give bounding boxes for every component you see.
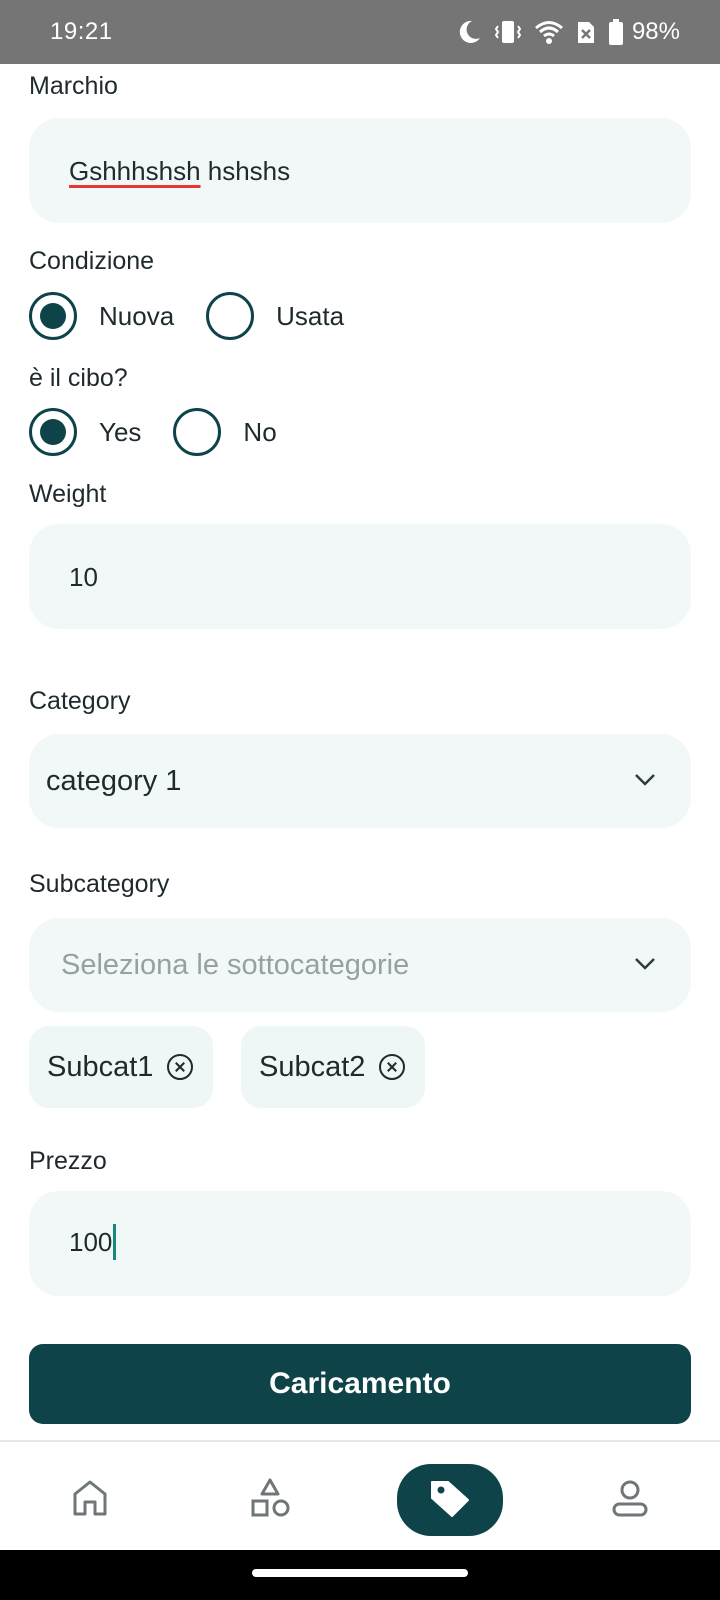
- is-food-radio-group: Yes No: [29, 408, 277, 456]
- weight-label: Weight: [29, 480, 107, 508]
- is-food-label: è il cibo?: [29, 364, 128, 392]
- chevron-down-icon: [633, 772, 657, 793]
- wifi-icon: [534, 19, 564, 45]
- profile-icon: [610, 1478, 650, 1523]
- brand-label: Marchio: [29, 72, 118, 100]
- subcategory-chip-label: Subcat1: [47, 1050, 154, 1083]
- home-gesture-handle[interactable]: [252, 1569, 468, 1577]
- system-gesture-bar: [0, 1550, 720, 1600]
- brand-value-rest: hshshs: [200, 156, 291, 186]
- brand-value-misspelled: Gshhhshsh: [69, 156, 201, 186]
- brand-value: Gshhhshsh hshshs: [69, 156, 290, 187]
- chevron-down-icon: [633, 956, 657, 977]
- weight-field[interactable]: 10: [29, 524, 691, 629]
- weight-value: 10: [69, 562, 98, 592]
- subcategory-select[interactable]: Seleziona le sottocategorie: [29, 918, 691, 1012]
- moon-icon: [458, 19, 482, 45]
- vibrate-icon: [494, 19, 522, 45]
- subcategory-chip: Subcat1: [29, 1026, 214, 1108]
- nav-sell[interactable]: [397, 1464, 503, 1536]
- battery-icon: [608, 19, 624, 45]
- remove-chip-icon[interactable]: [167, 1054, 194, 1080]
- is-food-no-label[interactable]: No: [243, 417, 276, 448]
- remove-chip-icon[interactable]: [379, 1054, 406, 1080]
- tag-icon: [428, 1478, 472, 1523]
- nav-profile[interactable]: [580, 1464, 680, 1536]
- nav-categories[interactable]: [220, 1464, 320, 1536]
- status-icons: 98%: [458, 14, 680, 50]
- price-value-wrap: 100: [69, 1224, 117, 1262]
- price-value: 100: [69, 1226, 113, 1257]
- text-cursor: [113, 1224, 117, 1260]
- condition-new-label[interactable]: Nuova: [99, 301, 174, 332]
- brand-field[interactable]: Gshhhshsh hshshs: [29, 118, 691, 223]
- upload-button[interactable]: Caricamento: [29, 1344, 691, 1424]
- status-bar: 19:21 98%: [0, 0, 720, 64]
- sim-icon: [576, 19, 596, 45]
- status-time: 19:21: [50, 18, 113, 45]
- condition-used-radio[interactable]: [206, 292, 255, 340]
- category-label: Category: [29, 687, 131, 715]
- category-select[interactable]: category 1: [29, 734, 691, 828]
- condition-used-label[interactable]: Usata: [276, 301, 344, 332]
- category-selected-value: category 1: [46, 765, 182, 797]
- condition-new-radio[interactable]: [29, 292, 77, 340]
- nav-home[interactable]: [40, 1464, 140, 1536]
- subcategory-label: Subcategory: [29, 870, 170, 898]
- subcategory-chip: Subcat2: [241, 1026, 426, 1108]
- price-label: Prezzo: [29, 1147, 107, 1175]
- subcategory-placeholder: Seleziona le sottocategorie: [61, 949, 410, 981]
- price-field[interactable]: 100: [29, 1191, 691, 1296]
- is-food-no-radio[interactable]: [173, 408, 222, 456]
- condition-radio-group: Nuova Usata: [29, 292, 344, 340]
- shapes-icon: [249, 1477, 291, 1524]
- is-food-yes-radio[interactable]: [29, 408, 77, 456]
- bottom-nav: [0, 1440, 720, 1550]
- subcategory-chip-label: Subcat2: [259, 1050, 366, 1083]
- condition-label: Condizione: [29, 247, 155, 275]
- battery-percent: 98%: [631, 18, 680, 45]
- is-food-yes-label[interactable]: Yes: [99, 417, 141, 448]
- home-icon: [71, 1478, 109, 1523]
